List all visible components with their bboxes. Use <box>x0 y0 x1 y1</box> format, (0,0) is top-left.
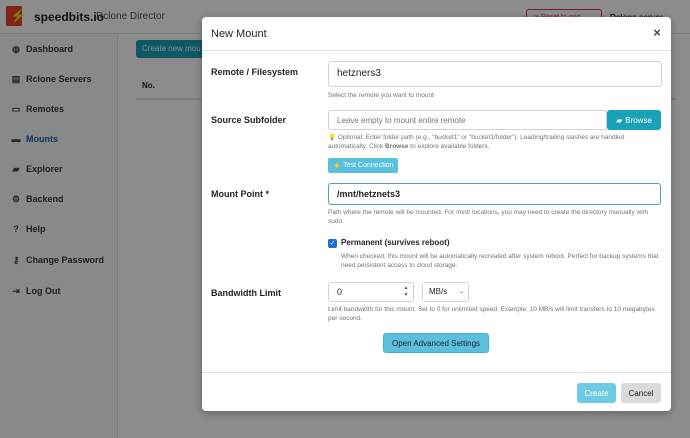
remote-label: Remote / Filesystem <box>211 67 299 77</box>
bandwidth-label: Bandwidth Limit <box>211 288 281 298</box>
bandwidth-unit-select[interactable]: MB/s ⌄ <box>422 282 469 302</box>
remote-help: Select the remote you want to mount <box>328 92 434 99</box>
remote-select[interactable]: hetzners3 <box>328 61 662 87</box>
bandwidth-input[interactable]: 0 ▲ ▼ <box>328 282 414 302</box>
bandwidth-value: 0 <box>337 287 343 297</box>
mount-point-label: Mount Point * <box>211 189 269 199</box>
test-connection-label: Test Connection <box>343 162 394 169</box>
browse-label: Browse <box>625 115 652 125</box>
permanent-checkbox[interactable]: ✓ <box>328 239 337 248</box>
bandwidth-help: Limit bandwidth for this mount. Set to 0… <box>328 306 655 322</box>
subfolder-label: Source Subfolder <box>211 115 287 125</box>
subfolder-help-bold: Browse <box>384 143 409 150</box>
mount-point-help: Path where the remote will be mounted. F… <box>328 209 649 225</box>
bandwidth-unit-value: MB/s <box>429 287 448 296</box>
modal-footer: Create Cancel <box>202 372 671 411</box>
cancel-button[interactable]: Cancel <box>621 383 661 403</box>
subfolder-input[interactable] <box>328 110 607 130</box>
lightbulb-icon: 💡 <box>328 134 337 141</box>
permanent-help: When checked, this mount will be automat… <box>341 253 659 269</box>
test-connection-button[interactable]: ⚡ Test Connection <box>328 158 398 173</box>
folder-open-icon: ▰ <box>616 115 623 125</box>
advanced-settings-button[interactable]: Open Advanced Settings <box>383 333 489 353</box>
stepper-icon[interactable]: ▲ ▼ <box>402 285 410 299</box>
mount-point-input[interactable]: /mnt/hetznets3 <box>328 183 661 205</box>
plug-icon: ⚡ <box>332 162 342 170</box>
modal-title: New Mount <box>211 28 267 40</box>
create-button[interactable]: Create <box>577 383 616 403</box>
browse-button[interactable]: ▰ Browse <box>607 110 661 130</box>
subfolder-help-suffix: to explore available folders. <box>410 143 490 150</box>
close-icon[interactable]: × <box>650 25 664 41</box>
new-mount-modal: New Mount × Remote / Filesystem hetzners… <box>202 17 671 411</box>
modal-header: New Mount × <box>202 17 671 51</box>
permanent-label: Permanent (survives reboot) <box>341 238 450 247</box>
subfolder-help: 💡 Optional: Enter folder path (e.g., "bu… <box>328 133 664 151</box>
chevron-down-icon: ⌄ <box>458 289 464 295</box>
